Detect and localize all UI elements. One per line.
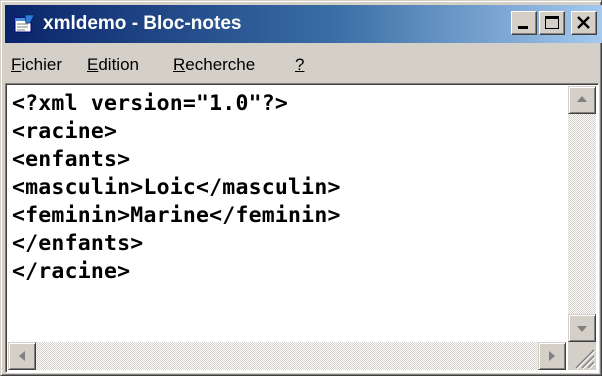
menu-edition-label: dition bbox=[98, 55, 139, 74]
scroll-up-button[interactable] bbox=[568, 86, 596, 114]
arrow-left-icon bbox=[19, 351, 25, 361]
menu-fichier-label: ichier bbox=[21, 55, 63, 74]
window-title: xmldemo - Bloc-notes bbox=[43, 13, 242, 34]
close-icon bbox=[577, 16, 590, 29]
vertical-scrollbar[interactable] bbox=[568, 86, 596, 342]
resize-grip-icon bbox=[575, 349, 596, 370]
menu-fichier-accel: F bbox=[11, 55, 22, 74]
minimize-icon bbox=[518, 26, 528, 29]
menu-recherche-label: echerche bbox=[185, 55, 256, 74]
text-line: </enfants> bbox=[12, 231, 144, 256]
arrow-right-icon bbox=[549, 351, 555, 361]
arrow-up-icon bbox=[577, 96, 587, 102]
horizontal-scrollbar[interactable] bbox=[8, 342, 566, 370]
text-line: <feminin>Marine</feminin> bbox=[12, 203, 341, 228]
menu-help[interactable]: ? bbox=[295, 55, 304, 75]
close-button[interactable] bbox=[571, 11, 597, 35]
menu-recherche-accel: R bbox=[173, 55, 186, 74]
menu-edition-accel: E bbox=[87, 55, 99, 74]
scroll-down-button[interactable] bbox=[568, 314, 596, 342]
title-bar[interactable]: xmldemo - Bloc-notes bbox=[5, 5, 602, 43]
arrow-down-icon bbox=[577, 326, 587, 332]
document-text[interactable]: <?xml version="1.0"?> <racine> <enfants>… bbox=[12, 90, 567, 340]
maximize-icon bbox=[545, 16, 559, 29]
text-line: <enfants> bbox=[12, 147, 131, 172]
menu-help-accel: ? bbox=[295, 55, 305, 74]
text-line: <?xml version="1.0"?> bbox=[12, 91, 289, 116]
notepad-window: xmldemo - Bloc-notes Fichier Edition Rec… bbox=[0, 0, 602, 376]
menu-fichier[interactable]: Fichier bbox=[11, 55, 62, 75]
menu-edition[interactable]: Edition bbox=[87, 55, 139, 75]
text-line: </racine> bbox=[12, 259, 131, 284]
minimize-button[interactable] bbox=[511, 11, 537, 35]
maximize-button[interactable] bbox=[539, 11, 565, 35]
text-line: <masculin>Loic</masculin> bbox=[12, 175, 341, 200]
resize-grip[interactable] bbox=[568, 342, 596, 370]
menu-recherche[interactable]: Recherche bbox=[173, 55, 255, 75]
scroll-left-button[interactable] bbox=[8, 342, 36, 370]
menu-bar: Fichier Edition Recherche ? bbox=[5, 47, 599, 81]
text-editor[interactable]: <?xml version="1.0"?> <racine> <enfants>… bbox=[5, 83, 599, 373]
scroll-right-button[interactable] bbox=[538, 342, 566, 370]
text-line: <racine> bbox=[12, 119, 118, 144]
notepad-icon bbox=[14, 14, 35, 33]
